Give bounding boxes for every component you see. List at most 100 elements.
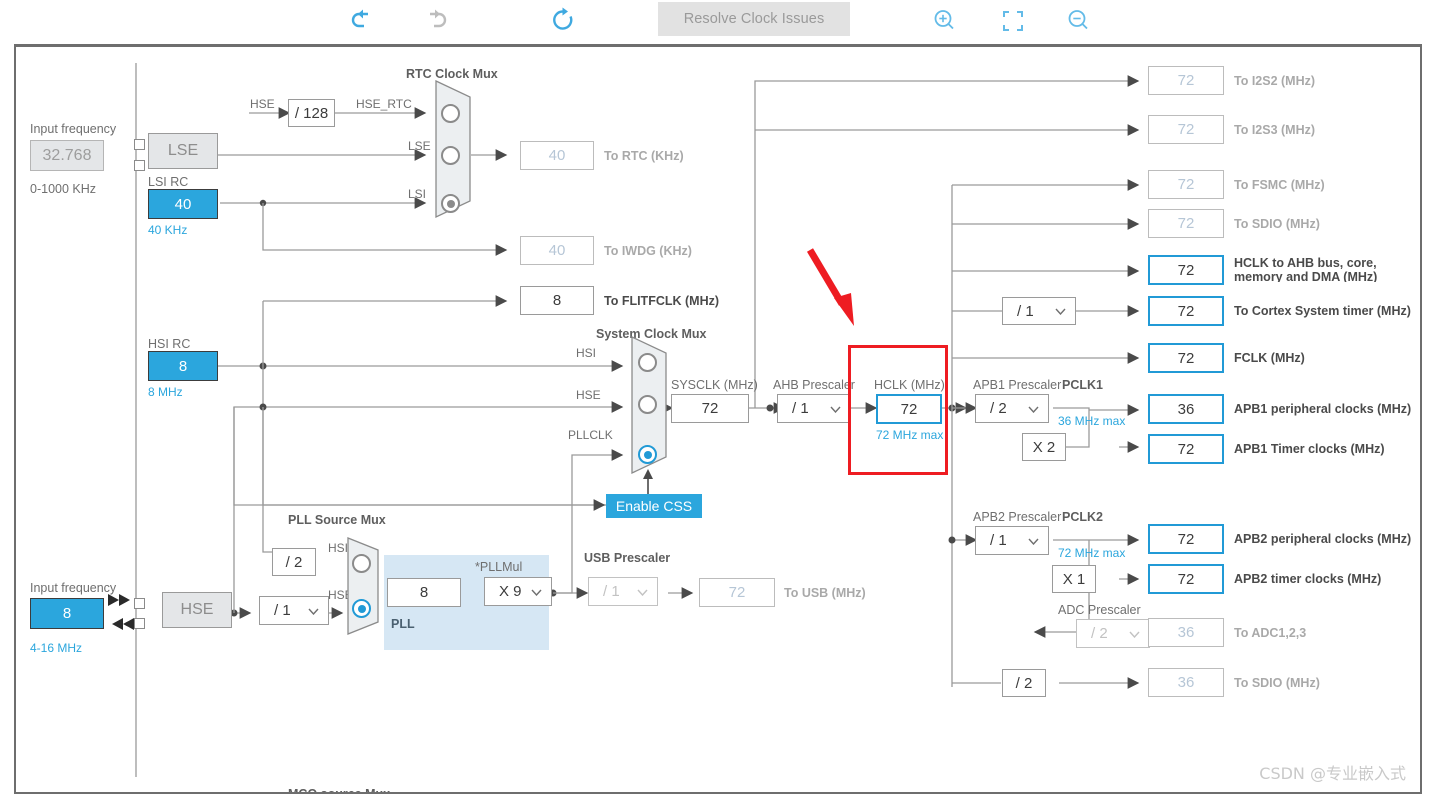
hsi-value-field[interactable]: 8 <box>148 351 218 381</box>
hse-oscillator-block[interactable]: HSE <box>162 592 232 628</box>
apb2-timer-label: APB2 timer clocks (MHz) <box>1234 572 1381 586</box>
cortex-prescaler-select[interactable]: / 1 <box>1002 297 1076 325</box>
usb-prescaler-select[interactable]: / 1 <box>588 577 658 606</box>
apb1-max-note: 36 MHz max <box>1058 414 1125 428</box>
adc-prescaler-value: / 2 <box>1091 625 1108 642</box>
rtc-mux-option-lsi[interactable] <box>441 194 460 213</box>
to-sdio-apb2-label: To SDIO (MHz) <box>1234 676 1320 690</box>
to-i2s3-label: To I2S3 (MHz) <box>1234 123 1315 137</box>
to-i2s2-value[interactable]: 72 <box>1148 66 1224 95</box>
to-sdio-ahb-value[interactable]: 72 <box>1148 209 1224 238</box>
apb2-periph-value[interactable]: 72 <box>1148 524 1224 554</box>
to-adc-value[interactable]: 36 <box>1148 618 1224 647</box>
zoom-in-icon[interactable] <box>930 6 962 36</box>
hsi-label: HSI RC <box>148 337 190 351</box>
lse-pin-in <box>134 139 145 150</box>
lse-input-frequency-field[interactable]: 32.768 <box>30 140 104 171</box>
lse-oscillator-block[interactable]: LSE <box>148 133 218 169</box>
to-sdio-apb2-value[interactable]: 36 <box>1148 668 1224 697</box>
fclk-value[interactable]: 72 <box>1148 343 1224 373</box>
rtc-mux-option-hse-rtc[interactable] <box>441 104 460 123</box>
apb2-prescaler-select[interactable]: / 1 <box>975 526 1049 555</box>
to-usb-value[interactable]: 72 <box>699 578 775 607</box>
sdio-divider-box: / 2 <box>1002 669 1046 697</box>
chevron-down-icon <box>637 589 648 596</box>
cortex-prescaler-value: / 1 <box>1017 303 1034 320</box>
apb1-timer-value[interactable]: 72 <box>1148 434 1224 464</box>
apb1-prescaler-label: APB1 Prescaler <box>973 378 1061 392</box>
to-adc-label: To ADC1,2,3 <box>1234 626 1306 640</box>
pclk2-label: PCLK2 <box>1062 510 1103 524</box>
to-rtc-label: To RTC (KHz) <box>604 149 684 163</box>
pllmul-select[interactable]: X 9 <box>484 577 552 606</box>
hse-range-label: 4-16 MHz <box>30 641 82 655</box>
to-iwdg-value[interactable]: 40 <box>520 236 594 265</box>
to-cortex-systimer-value[interactable]: 72 <box>1148 296 1224 326</box>
apb1-periph-label: APB1 peripheral clocks (MHz) <box>1234 402 1411 416</box>
to-cortex-systimer-label: To Cortex System timer (MHz) <box>1234 304 1411 318</box>
pll-input-value: 8 <box>387 578 461 607</box>
to-fsmc-value[interactable]: 72 <box>1148 170 1224 199</box>
hclk-ahb-bus-label: HCLK to AHB bus, core, memory and DMA (M… <box>1234 256 1406 282</box>
pllmul-label: *PLLMul <box>475 560 522 574</box>
to-rtc-value[interactable]: 40 <box>520 141 594 170</box>
apb1-timer-label: APB1 Timer clocks (MHz) <box>1234 442 1385 456</box>
redo-icon[interactable] <box>418 6 450 36</box>
lse-input-frequency-label: Input frequency <box>30 122 116 136</box>
hse-input-frequency-field[interactable]: 8 <box>30 598 104 629</box>
to-fsmc-label: To FSMC (MHz) <box>1234 178 1325 192</box>
lse-range-label: 0-1000 KHz <box>30 182 96 196</box>
adc-prescaler-select[interactable]: / 2 <box>1076 619 1150 648</box>
fit-screen-icon[interactable] <box>998 6 1030 36</box>
usb-prescaler-value: / 1 <box>603 583 620 600</box>
pll-mux-option-hsi[interactable] <box>352 554 371 573</box>
pll-mux-option-hse[interactable] <box>352 599 371 618</box>
sysclk-mux-option-pllclk[interactable] <box>638 445 657 464</box>
rtc-mux-option-lse[interactable] <box>441 146 460 165</box>
sysclk-mux-option-hse[interactable] <box>638 395 657 414</box>
to-usb-label: To USB (MHz) <box>784 586 866 600</box>
apb2-periph-label: APB2 peripheral clocks (MHz) <box>1234 532 1411 546</box>
chevron-down-icon <box>1028 406 1039 413</box>
chevron-down-icon <box>1055 308 1066 315</box>
hse-input-frequency-label: Input frequency <box>30 581 116 595</box>
sysclk-value-field[interactable]: 72 <box>671 394 749 423</box>
pllmul-value: X 9 <box>499 583 522 600</box>
hse-divider-value: / 1 <box>274 602 291 619</box>
chevron-down-icon <box>1028 538 1039 545</box>
resolve-clock-issues-button[interactable]: Resolve Clock Issues <box>658 2 850 36</box>
lsi-unit-label: 40 KHz <box>148 223 187 237</box>
sysclk-mux-hse-label: HSE <box>576 388 601 402</box>
apb1-periph-value[interactable]: 36 <box>1148 394 1224 424</box>
pclk1-label: PCLK1 <box>1062 378 1103 392</box>
to-flitfclk-label: To FLITFCLK (MHz) <box>604 294 719 308</box>
hsi-unit-label: 8 MHz <box>148 385 183 399</box>
enable-css-button[interactable]: Enable CSS <box>606 494 702 518</box>
apb2-timer-value[interactable]: 72 <box>1148 564 1224 594</box>
zoom-out-icon[interactable] <box>1064 6 1096 36</box>
sysclk-mux-option-hsi[interactable] <box>638 353 657 372</box>
apb2-timer-multiplier: X 1 <box>1052 565 1096 593</box>
to-i2s3-value[interactable]: 72 <box>1148 115 1224 144</box>
sysclk-mux-pllclk-label: PLLCLK <box>568 428 613 442</box>
lsi-value-field[interactable]: 40 <box>148 189 218 219</box>
hclk-value-field[interactable]: 72 <box>876 394 942 424</box>
mco-source-mux-title: MCO source Mux <box>288 787 390 794</box>
hclk-ahb-bus-value[interactable]: 72 <box>1148 255 1224 285</box>
apb1-prescaler-select[interactable]: / 2 <box>975 394 1049 423</box>
sysclk-mux-hsi-label: HSI <box>576 346 596 360</box>
hse-divider-select[interactable]: / 1 <box>259 596 329 625</box>
ahb-prescaler-select[interactable]: / 1 <box>777 394 851 423</box>
undo-icon[interactable] <box>350 6 382 36</box>
chevron-down-icon <box>1129 631 1140 638</box>
to-flitfclk-value[interactable]: 8 <box>520 286 594 315</box>
hclk-max-note: 72 MHz max <box>876 428 943 442</box>
sysclk-label: SYSCLK (MHz) <box>671 378 758 392</box>
pll-hsi-divider-box: / 2 <box>272 548 316 576</box>
apb2-prescaler-label: APB2 Prescaler <box>973 510 1061 524</box>
pll-source-mux-title: PLL Source Mux <box>288 513 386 527</box>
reset-icon[interactable] <box>548 6 580 36</box>
pll-source-mux[interactable] <box>346 536 382 636</box>
clock-configuration-canvas[interactable]: Input frequency 32.768 0-1000 KHz LSE LS… <box>14 44 1422 794</box>
hse-io-arrows-icon <box>106 593 136 638</box>
